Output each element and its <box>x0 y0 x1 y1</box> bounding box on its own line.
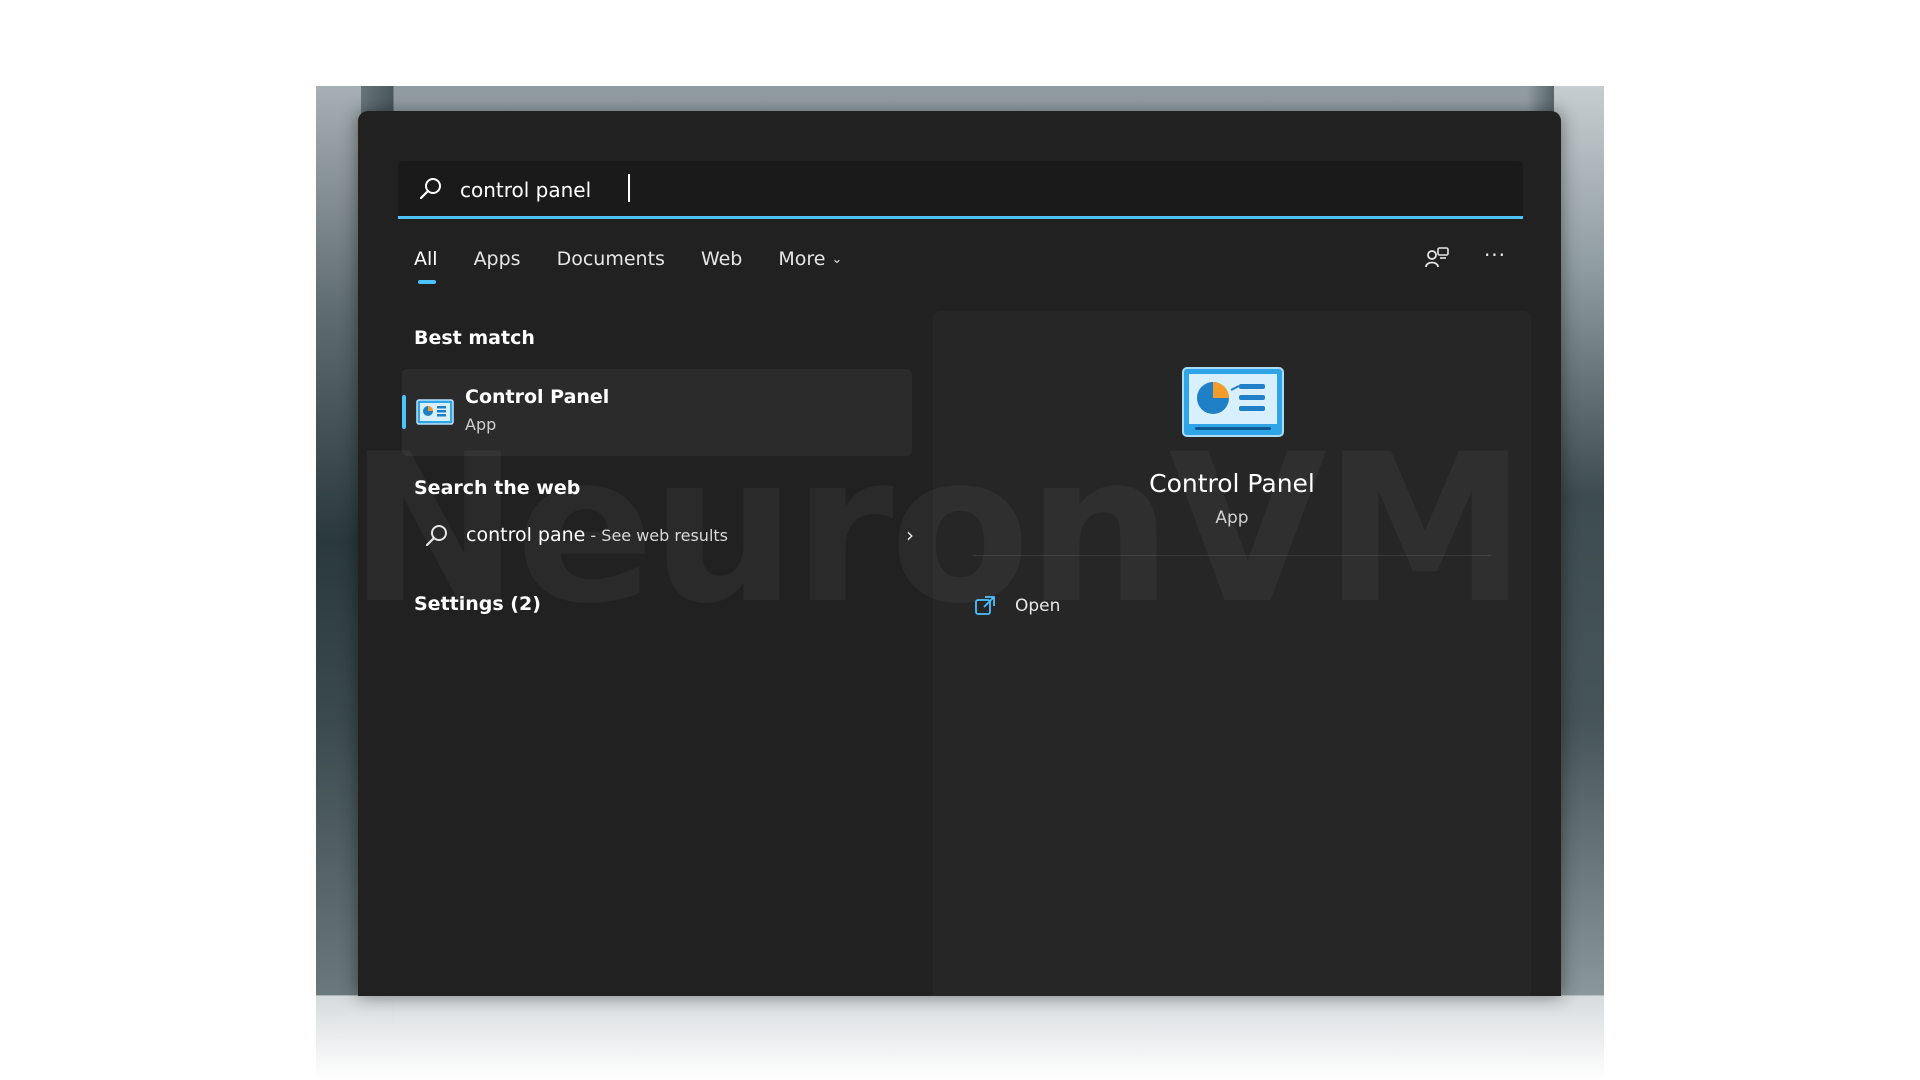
search-window: All Apps Documents Web More ⌄ ··· Best ma… <box>358 111 1561 996</box>
preview-pane: Control Panel App Open <box>933 311 1531 996</box>
selection-indicator <box>402 395 406 429</box>
tab-more-label: More <box>778 248 826 270</box>
preview-app-type: App <box>1215 508 1249 528</box>
text-caret <box>628 174 630 202</box>
tab-web[interactable]: Web <box>701 248 742 270</box>
web-result-query: control pane <box>466 524 586 546</box>
toolbar: ··· <box>1423 243 1509 273</box>
web-search-result[interactable]: control pane - See web results › <box>414 519 914 559</box>
best-match-type: App <box>465 415 497 434</box>
tab-all[interactable]: All <box>414 248 438 284</box>
control-panel-icon <box>1181 366 1285 438</box>
best-match-heading: Best match <box>414 327 535 349</box>
best-match-name: Control Panel <box>465 386 610 408</box>
search-icon <box>424 523 450 549</box>
settings-heading[interactable]: Settings (2) <box>414 593 541 615</box>
open-label: Open <box>1015 596 1061 616</box>
search-web-heading: Search the web <box>414 477 581 499</box>
open-external-icon <box>973 594 997 618</box>
control-panel-icon <box>416 397 454 427</box>
preview-app-name: Control Panel <box>1149 469 1315 498</box>
wallpaper-right-edge <box>1554 86 1604 996</box>
tab-more[interactable]: More ⌄ <box>778 248 842 270</box>
search-icon <box>418 176 444 202</box>
chevron-down-icon: ⌄ <box>831 252 843 267</box>
screen: All Apps Documents Web More ⌄ ··· Best ma… <box>0 0 1920 1080</box>
chevron-right-icon: › <box>906 523 914 547</box>
tab-apps[interactable]: Apps <box>474 248 521 270</box>
more-options-button[interactable]: ··· <box>1481 241 1509 269</box>
tab-documents[interactable]: Documents <box>557 248 665 270</box>
best-match-result[interactable]: Control Panel App <box>402 369 912 456</box>
open-action[interactable]: Open <box>973 591 1060 621</box>
search-input[interactable] <box>458 169 1502 211</box>
wallpaper-fade <box>316 995 1604 1080</box>
preview-divider <box>973 555 1491 556</box>
web-result-suffix: - See web results <box>585 526 728 545</box>
wallpaper-left-edge <box>316 86 361 996</box>
feedback-icon[interactable] <box>1423 245 1451 273</box>
filter-tabs: All Apps Documents Web More ⌄ <box>414 248 878 284</box>
search-box[interactable] <box>398 161 1523 219</box>
